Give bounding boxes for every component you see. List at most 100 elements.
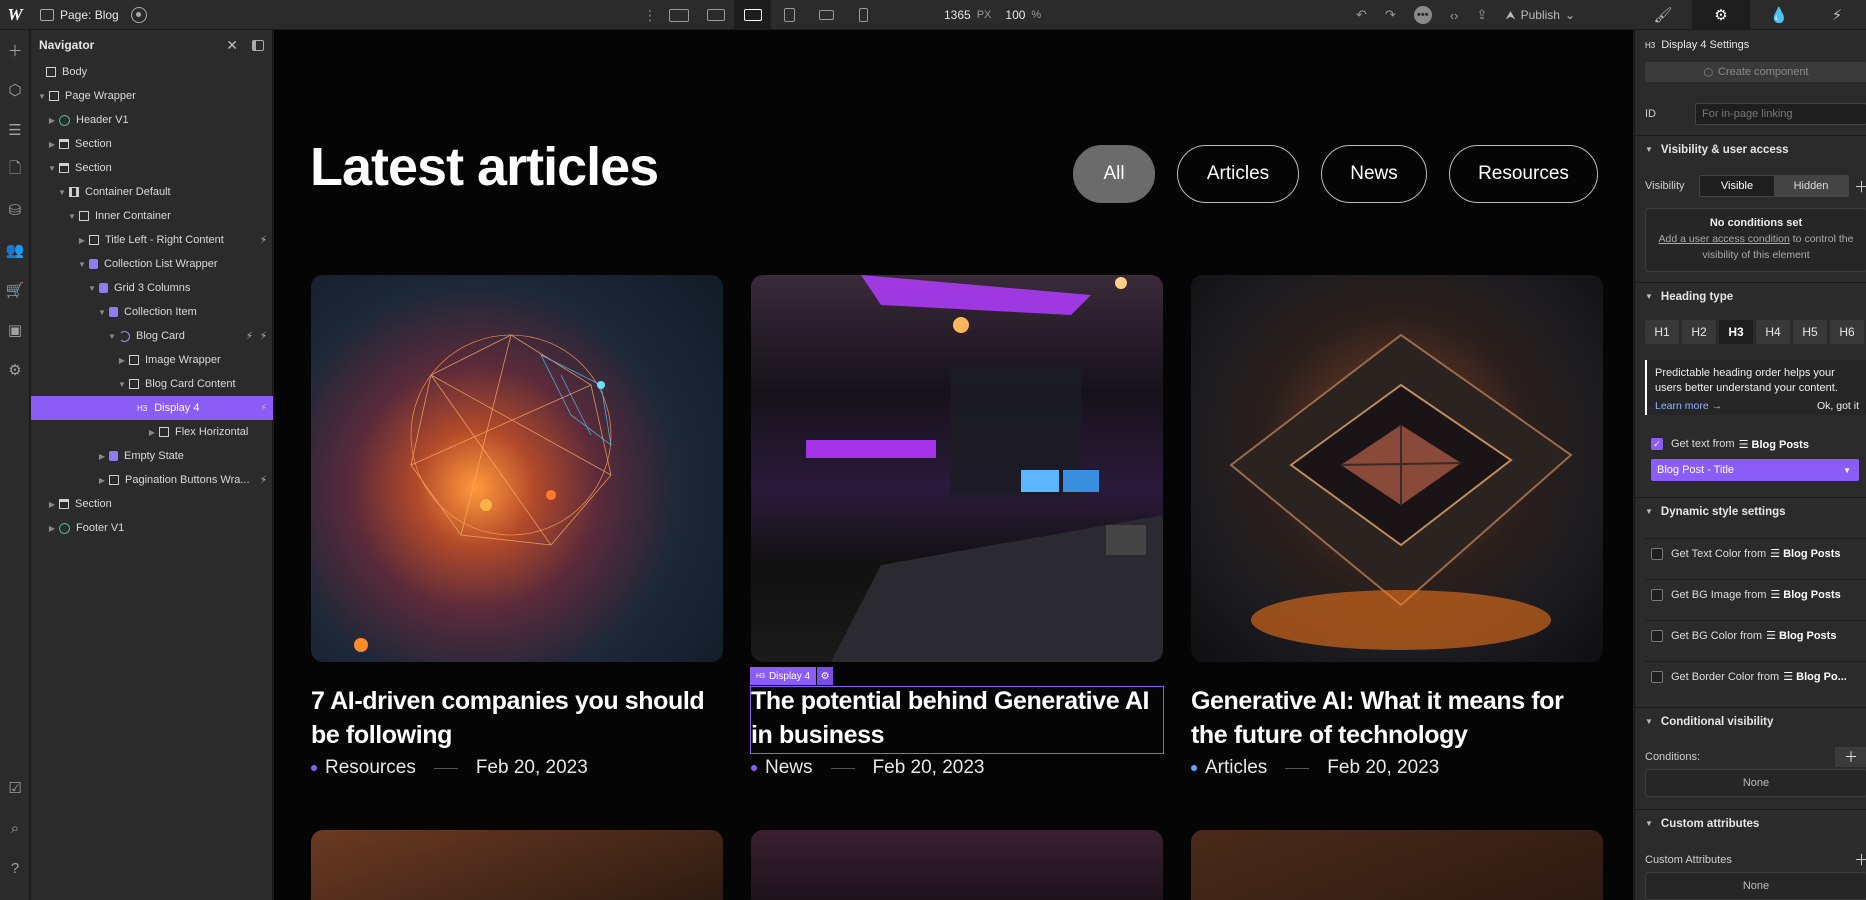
breakpoint-1920[interactable]	[660, 0, 697, 30]
section-heading-type[interactable]: ▼ Heading type	[1635, 282, 1866, 310]
dynamic-bg-color-row[interactable]: Get BG Color from ☰ Blog Posts	[1645, 620, 1866, 650]
style-manager-drops-icon[interactable]: 💧	[1750, 0, 1808, 30]
components-cube-icon[interactable]: ⬡	[0, 70, 30, 110]
tree-item-empty-state[interactable]: ▶ Empty State	[31, 444, 273, 468]
more-breakpoints-icon[interactable]: ⋮	[640, 7, 660, 24]
create-component-button[interactable]: ⬡ Create component	[1645, 62, 1866, 82]
caret-right-icon[interactable]: ▶	[47, 524, 57, 533]
hidden-option[interactable]: Hidden	[1774, 176, 1848, 196]
webflow-logo[interactable]: W	[0, 0, 30, 30]
tree-item-header-v1[interactable]: ▶ Header V1	[31, 108, 273, 132]
caret-down-icon[interactable]: ▼	[97, 308, 107, 317]
section-visibility[interactable]: ▼ Visibility & user access	[1635, 135, 1866, 163]
add-visibility-icon[interactable]: ＋	[1854, 176, 1866, 197]
filter-resources-button[interactable]: Resources	[1449, 145, 1598, 203]
users-icon[interactable]: 👥	[0, 230, 30, 270]
page-headline[interactable]: Latest articles	[310, 136, 659, 198]
settings-icon[interactable]: ⚙	[0, 350, 30, 390]
selected-element-tag[interactable]: H3 Display 4 ⚙	[750, 667, 834, 685]
preview-eye-icon[interactable]	[130, 6, 147, 23]
filter-all-button[interactable]: All	[1073, 145, 1155, 203]
undo-icon[interactable]: ↶	[1356, 7, 1367, 23]
settings-gear-icon[interactable]: ⚙	[1692, 0, 1750, 30]
close-icon[interactable]: ✕	[226, 37, 238, 54]
interactions-bolt-icon[interactable]: ⚡	[1808, 0, 1866, 30]
get-text-checkbox[interactable]: ✓	[1651, 438, 1663, 450]
caret-right-icon[interactable]: ▶	[117, 356, 127, 365]
card-image-row2-1[interactable]	[311, 830, 723, 900]
tree-item-section-last[interactable]: ▶ Section	[31, 492, 273, 516]
caret-right-icon[interactable]: ▶	[97, 476, 107, 485]
add-icon[interactable]: ＋	[0, 30, 30, 70]
card-image-ai-sphere[interactable]	[311, 275, 723, 662]
tree-item-blog-card[interactable]: ▼ Blog Card ⚡ ⚡	[31, 324, 273, 348]
tree-item-title-left-right-content[interactable]: ▶ Title Left - Right Content ⚡	[31, 228, 273, 252]
section-conditional-visibility[interactable]: ▼ Conditional visibility	[1635, 707, 1866, 735]
card-image-chip[interactable]	[1191, 275, 1603, 662]
breakpoint-landscape[interactable]	[808, 0, 845, 30]
card-image-row2-2[interactable]	[751, 830, 1163, 900]
heading-h4-button[interactable]: H4	[1756, 320, 1790, 344]
dynamic-bg-image-row[interactable]: Get BG Image from ☰ Blog Posts	[1645, 579, 1866, 609]
caret-right-icon[interactable]: ▶	[47, 140, 57, 149]
card-title-1[interactable]: 7 AI-driven companies you should be foll…	[311, 684, 723, 752]
heading-h5-button[interactable]: H5	[1793, 320, 1827, 344]
tree-item-flex-horizontal[interactable]: ▶ Flex Horizontal	[31, 420, 273, 444]
tree-item-body[interactable]: Body	[31, 60, 273, 84]
ecommerce-cart-icon[interactable]: 🛒	[0, 270, 30, 310]
caret-down-icon[interactable]: ▼	[107, 332, 117, 341]
card-category[interactable]: News	[765, 757, 813, 779]
breakpoint-portrait[interactable]	[845, 0, 882, 30]
caret-right-icon[interactable]: ▶	[77, 236, 87, 245]
tree-item-image-wrapper[interactable]: ▶ Image Wrapper	[31, 348, 273, 372]
breakpoint-tablet[interactable]	[771, 0, 808, 30]
caret-down-icon[interactable]: ▼	[77, 260, 87, 269]
tree-item-section-open[interactable]: ▼ Section	[31, 156, 273, 180]
visible-option[interactable]: Visible	[1700, 176, 1774, 196]
card-image-row2-3[interactable]	[1191, 830, 1603, 900]
tree-item-footer-v1[interactable]: ▶ Footer V1	[31, 516, 273, 540]
get-text-from-row[interactable]: ✓ Get text from ☰ Blog Posts	[1645, 432, 1866, 456]
caret-down-icon[interactable]: ▼	[47, 164, 57, 173]
caret-down-icon[interactable]: ▼	[117, 380, 127, 389]
search-icon[interactable]: ⌕	[0, 808, 30, 848]
section-custom-attributes[interactable]: ▼ Custom attributes	[1635, 809, 1866, 837]
tree-item-container-default[interactable]: ▼ Container Default	[31, 180, 273, 204]
comments-icon[interactable]: •••	[1413, 6, 1432, 24]
heading-h3-button[interactable]: H3	[1719, 320, 1753, 344]
caret-down-icon[interactable]: ▼	[87, 284, 97, 293]
caret-right-icon[interactable]: ▶	[47, 500, 57, 509]
dynamic-text-color-row[interactable]: Get Text Color from ☰ Blog Posts	[1645, 538, 1866, 568]
assets-images-icon[interactable]: ▣	[0, 310, 30, 350]
id-input[interactable]: For in-page linking	[1695, 103, 1866, 125]
card-category[interactable]: Resources	[325, 757, 416, 779]
tree-item-grid-3-columns[interactable]: ▼ Grid 3 Columns	[31, 276, 273, 300]
add-condition-link[interactable]: Add a user access condition	[1659, 233, 1790, 245]
caret-right-icon[interactable]: ▶	[147, 428, 157, 437]
breakpoint-desktop-base[interactable]	[734, 0, 771, 30]
dock-panel-icon[interactable]	[252, 39, 264, 51]
export-icon[interactable]: ⇪	[1476, 7, 1487, 23]
caret-down-icon[interactable]: ▼	[37, 92, 47, 101]
page-selector[interactable]: Page: Blog	[40, 8, 119, 22]
add-attribute-icon[interactable]: ＋	[1854, 849, 1866, 870]
card-title-3[interactable]: Generative AI: What it means for the fut…	[1191, 684, 1603, 752]
card-image-office[interactable]	[751, 275, 1163, 662]
tree-item-collection-item[interactable]: ▼ Collection Item	[31, 300, 273, 324]
cms-database-icon[interactable]: ⛁	[0, 190, 30, 230]
pages-icon[interactable]: 🗋	[0, 150, 30, 190]
filter-news-button[interactable]: News	[1321, 145, 1427, 203]
code-icon[interactable]: ‹›	[1450, 8, 1459, 23]
redo-icon[interactable]: ↷	[1385, 7, 1396, 23]
checkbox[interactable]	[1651, 547, 1663, 560]
caret-right-icon[interactable]: ▶	[47, 116, 57, 125]
heading-h1-button[interactable]: H1	[1645, 320, 1679, 344]
heading-h6-button[interactable]: H6	[1830, 320, 1864, 344]
caret-down-icon[interactable]: ▼	[57, 188, 67, 197]
tree-item-inner-container[interactable]: ▼ Inner Container	[31, 204, 273, 228]
caret-down-icon[interactable]: ▼	[67, 212, 77, 221]
element-settings-gear-icon[interactable]: ⚙	[817, 667, 834, 685]
tree-item-blog-card-content[interactable]: ▼ Blog Card Content	[31, 372, 273, 396]
help-icon[interactable]: ?	[0, 848, 30, 888]
ok-got-it-button[interactable]: Ok, got it	[1817, 399, 1859, 414]
